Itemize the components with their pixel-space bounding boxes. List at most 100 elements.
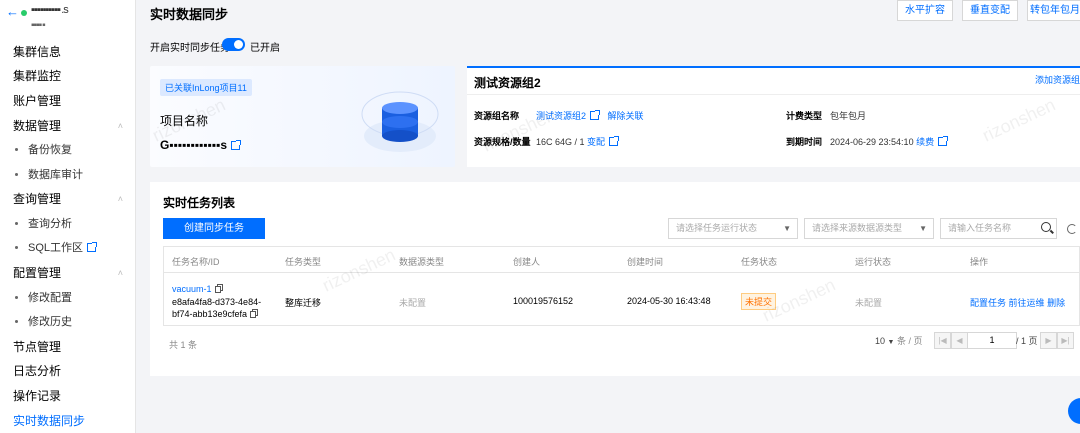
sidebar-item[interactable]: 节点管理 [13, 337, 133, 357]
external-link-icon[interactable] [609, 136, 620, 146]
instance-id: ▪▪▪▪ ▪ [31, 20, 46, 31]
sidebar-item-label: 集群监控 [13, 69, 62, 83]
sidebar-subitem[interactable]: 数据库审计 [15, 165, 83, 185]
caret-down-icon: ▼ [783, 224, 791, 233]
chevron-up-icon[interactable]: ˄ [118, 116, 123, 136]
task-actions-cell: 配置任务 前往运维 删除 [970, 296, 1065, 309]
next-page-button[interactable]: ▶ [1040, 332, 1057, 349]
sidebar-group[interactable]: 配置管理 ˄ [13, 263, 133, 283]
col-header-created: 创建时间 [627, 257, 664, 267]
toggle-state: 已开启 [250, 43, 280, 54]
source-filter-placeholder: 请选择来源数据源类型 [812, 223, 903, 233]
bullet-icon [15, 221, 18, 225]
project-badge: 已关联InLong项目11 [160, 79, 252, 96]
sidebar-item-label: 账户管理 [13, 94, 62, 108]
renew-link[interactable]: 续费 [916, 137, 934, 147]
expiry-text: 2024-06-29 23:54:10 [830, 137, 914, 147]
sidebar-subitem[interactable]: 查询分析 [15, 214, 72, 234]
unlink-button[interactable]: 解除关联 [608, 111, 644, 121]
database-illustration [361, 91, 439, 152]
resource-group-card: 测试资源组2 添加资源组 资源组名称 测试资源组2 解除关联 资源规格/数量 1… [467, 66, 1080, 167]
chevron-up-icon[interactable]: ˄ [118, 263, 123, 283]
task-creator-cell: 100019576152 [513, 296, 574, 306]
sidebar-item-label: 数据库审计 [28, 169, 83, 181]
external-link-icon[interactable] [231, 140, 242, 150]
task-source-cell: 未配置 [399, 298, 427, 308]
sidebar-group[interactable]: 查询管理 ˄ [13, 189, 133, 209]
create-sync-task-button[interactable]: 创建同步任务 [163, 218, 265, 239]
billing-value: 包年包月 [830, 111, 867, 121]
external-link-icon[interactable] [590, 110, 601, 120]
sidebar-item-label: 查询管理 [13, 192, 62, 206]
toggle-label: 开启实时同步任务 [150, 43, 230, 54]
configure-task-link[interactable]: 配置任务 [970, 298, 1006, 308]
sidebar-item-label: 修改配置 [28, 292, 72, 304]
search-icon[interactable] [1041, 222, 1051, 232]
task-table: 任务名称/ID 任务类型 数据源类型 创建人 创建时间 任务状态 运行状态 操作… [163, 246, 1080, 326]
task-name-cell: vacuum-1 [172, 284, 221, 294]
last-page-button[interactable]: ▶| [1057, 332, 1074, 349]
convert-prepaid-button[interactable]: 转包年包月 [1027, 0, 1080, 21]
page-size-select[interactable]: 10 ▼ 条 / 页 [875, 334, 923, 347]
caret-down-icon: ▼ [919, 224, 927, 233]
chevron-up-icon[interactable]: ˄ [118, 189, 123, 209]
sidebar-subitem[interactable]: 修改配置 [15, 288, 72, 308]
bullet-icon [15, 295, 18, 299]
sidebar-item-label: 备份恢复 [28, 144, 72, 156]
col-header-type: 任务类型 [285, 257, 322, 267]
status-filter-select[interactable]: 请选择任务运行状态 ▼ [668, 218, 798, 239]
add-resource-group-link[interactable]: 添加资源组 [1035, 73, 1080, 86]
prev-page-button[interactable]: ◀ [951, 332, 968, 349]
project-label: 项目名称 [160, 114, 209, 128]
sidebar-subitem[interactable]: SQL工作区 [15, 238, 98, 258]
page-number-input[interactable]: 1 [967, 332, 1017, 349]
resize-link[interactable]: 变配 [587, 137, 605, 147]
col-header-status: 任务状态 [741, 257, 778, 267]
page-size-unit: 条 / 页 [896, 336, 923, 346]
copy-icon[interactable] [214, 286, 221, 293]
bullet-icon [15, 172, 18, 176]
sidebar-group[interactable]: 数据管理 ˄ [13, 116, 133, 136]
task-name-link[interactable]: vacuum-1 [172, 284, 212, 294]
status-dot [21, 10, 27, 16]
sidebar-item[interactable]: 集群监控 [13, 66, 133, 86]
instance-name: ▪▪▪▪▪▪▪▪▪▪ .s [31, 4, 69, 16]
bullet-icon [15, 147, 18, 151]
sidebar-item[interactable]: 日志分析 [13, 361, 133, 381]
sidebar-item[interactable]: 账户管理 [13, 91, 133, 111]
rg-name-link[interactable]: 测试资源组2 [536, 111, 586, 121]
col-header-run-status: 运行状态 [855, 257, 892, 267]
external-link-icon[interactable] [938, 136, 949, 146]
vertical-resize-button[interactable]: 垂直变配 [962, 0, 1018, 21]
sidebar-item-label: 集群信息 [13, 45, 62, 59]
scale-out-button[interactable]: 水平扩容 [897, 0, 953, 21]
task-id-line2: bf74-abb13e9cfefa [172, 309, 257, 319]
refresh-icon[interactable] [1067, 224, 1077, 234]
sidebar-item[interactable]: 操作记录 [13, 386, 133, 406]
billing-label: 计费类型 [786, 111, 823, 121]
copy-icon[interactable] [250, 311, 257, 318]
go-to-ops-link[interactable]: 前往运维 [1009, 298, 1045, 308]
task-run-status-cell: 未配置 [855, 298, 883, 308]
source-filter-select[interactable]: 请选择来源数据源类型 ▼ [804, 218, 934, 239]
sidebar-subitem[interactable]: 修改历史 [15, 312, 72, 332]
floating-help-button[interactable] [1068, 398, 1080, 424]
arrow-left-icon[interactable]: ← [6, 4, 19, 19]
external-link-icon[interactable] [87, 242, 98, 252]
sidebar-item[interactable]: 集群信息 [13, 42, 133, 62]
search-placeholder: 请输入任务名称 [948, 223, 1012, 233]
sidebar-item[interactable]: 实时数据同步 [13, 411, 133, 431]
sidebar-subitem[interactable]: 备份恢复 [15, 140, 72, 160]
rg-spec-text: 16C 64G / 1 [536, 137, 585, 147]
sidebar-item-label: 操作记录 [13, 389, 62, 403]
sync-toggle-switch[interactable] [222, 38, 245, 51]
sidebar-item-label: 日志分析 [13, 364, 62, 378]
rg-name-label: 资源组名称 [474, 111, 520, 121]
divider [467, 94, 1080, 95]
task-list-title: 实时任务列表 [163, 196, 236, 210]
task-search-input[interactable]: 请输入任务名称 [940, 218, 1057, 239]
resource-group-title: 测试资源组2 [474, 76, 541, 90]
task-id-line2-text: bf74-abb13e9cfefa [172, 309, 248, 319]
delete-link[interactable]: 删除 [1047, 298, 1065, 308]
first-page-button[interactable]: |◀ [934, 332, 951, 349]
